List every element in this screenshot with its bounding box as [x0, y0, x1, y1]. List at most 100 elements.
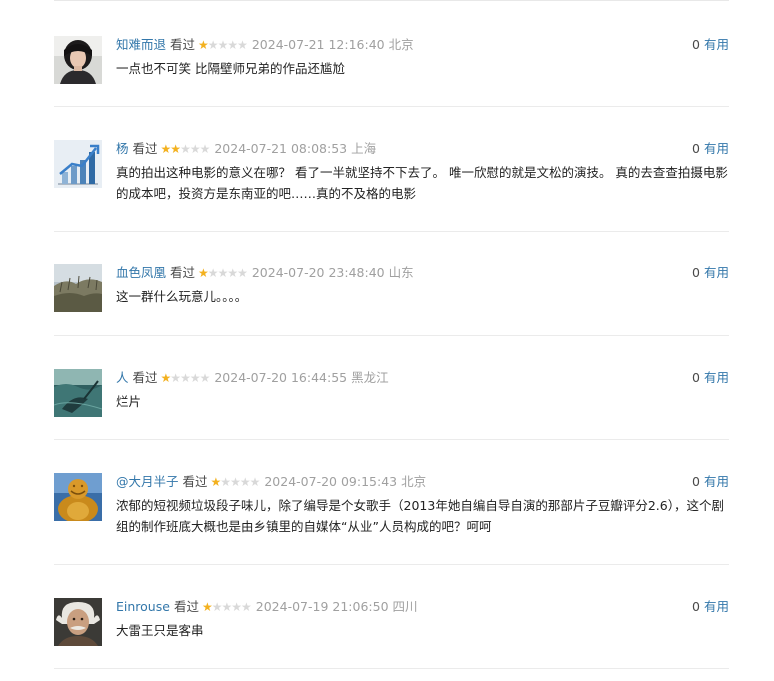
star-empty-icon: ★: [217, 266, 229, 280]
divider: [54, 668, 729, 669]
avatar[interactable]: [54, 473, 102, 521]
portrait-photo-icon: [54, 36, 102, 84]
comment-meta: 血色凤凰 看过 ★★★★★ 2024-07-20 23:48:40 山东: [116, 264, 414, 282]
star-empty-icon: ★: [189, 142, 201, 156]
comment-location: 上海: [351, 141, 377, 156]
vote-count: 0: [692, 141, 700, 156]
star-empty-icon: ★: [241, 600, 252, 614]
useful-button[interactable]: 有用: [704, 265, 729, 280]
watch-status: 看过: [170, 265, 196, 280]
star-empty-icon: ★: [220, 475, 231, 489]
useful-button[interactable]: 有用: [704, 599, 729, 614]
comment-time: 2024-07-21 08:08:53: [214, 141, 348, 156]
star-empty-icon: ★: [221, 600, 232, 614]
star-empty-icon: ★: [230, 475, 241, 489]
vote-area: 0 有用: [692, 369, 729, 387]
author-link[interactable]: 血色凤凰: [116, 265, 166, 280]
vote-count: 0: [692, 599, 700, 614]
star-empty-icon: ★: [217, 38, 229, 52]
star-filled-icon: ★: [160, 371, 172, 385]
author-link[interactable]: @大月半子: [116, 474, 179, 489]
vote-area: 0 有用: [692, 36, 729, 54]
rating-stars: ★★★★★: [198, 36, 248, 54]
star-empty-icon: ★: [231, 600, 242, 614]
watch-status: 看过: [182, 474, 208, 489]
comment-text: 烂片: [116, 394, 142, 409]
star-empty-icon: ★: [237, 266, 248, 280]
watch-status: 看过: [132, 370, 158, 385]
comment-time: 2024-07-21 12:16:40: [251, 37, 385, 52]
ocean-photo-icon: [54, 369, 102, 417]
useful-button[interactable]: 有用: [704, 370, 729, 385]
rating-stars: ★★★★★: [201, 598, 252, 616]
comment-location: 黑龙江: [351, 370, 389, 385]
comment-text: 一点也不可笑 比隔壁师兄弟的作品还尴尬: [116, 61, 345, 76]
vote-count: 0: [692, 370, 700, 385]
comment-time: 2024-07-20 09:15:43: [264, 474, 398, 489]
comment-text: 大雷王只是客串: [116, 623, 204, 638]
divider: [54, 335, 729, 336]
star-filled-icon: ★: [201, 600, 213, 614]
rating-stars: ★★★★★: [210, 473, 261, 491]
comment-text: 真的拍出这种电影的意义在哪？ 看了一半就坚持不下去了。 唯一欣慰的就是文松的演技…: [116, 165, 728, 201]
star-empty-icon: ★: [180, 142, 191, 156]
comment-meta: Einrouse 看过 ★★★★★ 2024-07-19 21:06:50 四川: [116, 598, 418, 616]
comment-text: 浓郁的短视频垃圾段子味儿，除了编导是个女歌手（2013年她自编自导自演的那部片子…: [116, 498, 724, 534]
star-empty-icon: ★: [180, 371, 191, 385]
star-empty-icon: ★: [189, 371, 201, 385]
golden-buddha-icon: [54, 473, 102, 521]
star-filled-icon: ★: [198, 38, 209, 52]
comment-location: 北京: [388, 37, 414, 52]
bar-chart-icon: [54, 140, 102, 188]
comment-meta: 杨看过 ★★★★★ 2024-07-21 08:08:53 上海: [116, 140, 376, 158]
star-filled-icon: ★: [198, 266, 209, 280]
star-empty-icon: ★: [199, 142, 211, 156]
star-empty-icon: ★: [249, 475, 261, 489]
vote-area: 0 有用: [692, 140, 729, 158]
comment-location: 山东: [388, 265, 414, 280]
avatar[interactable]: [54, 598, 102, 646]
comment-time: 2024-07-19 21:06:50: [255, 599, 389, 614]
useful-button[interactable]: 有用: [704, 141, 729, 156]
star-empty-icon: ★: [170, 371, 181, 385]
useful-button[interactable]: 有用: [704, 474, 729, 489]
author-link[interactable]: 杨: [116, 141, 129, 156]
divider: [54, 231, 729, 232]
author-link[interactable]: 人: [116, 370, 129, 385]
vote-area: 0 有用: [692, 473, 729, 491]
star-empty-icon: ★: [227, 38, 238, 52]
avatar[interactable]: [54, 140, 102, 188]
star-empty-icon: ★: [199, 371, 211, 385]
vote-count: 0: [692, 37, 700, 52]
vote-area: 0 有用: [692, 598, 729, 616]
star-filled-icon: ★: [160, 142, 172, 156]
watch-status: 看过: [173, 599, 199, 614]
avatar[interactable]: [54, 369, 102, 417]
rating-stars: ★★★★★: [160, 140, 211, 158]
star-empty-icon: ★: [239, 475, 251, 489]
star-filled-icon: ★: [210, 475, 222, 489]
rating-stars: ★★★★★: [198, 264, 248, 282]
useful-button[interactable]: 有用: [704, 37, 729, 52]
star-empty-icon: ★: [207, 266, 219, 280]
star-empty-icon: ★: [227, 266, 238, 280]
divider: [54, 106, 729, 107]
vote-area: 0 有用: [692, 264, 729, 282]
avatar[interactable]: [54, 264, 102, 312]
author-link[interactable]: Einrouse: [116, 599, 170, 614]
list-top-divider: [54, 0, 729, 1]
landscape-photo-icon: [54, 264, 102, 312]
author-link[interactable]: 知难而退: [116, 37, 166, 52]
comment-location: 北京: [401, 474, 427, 489]
comment-time: 2024-07-20 23:48:40: [251, 265, 385, 280]
star-empty-icon: ★: [237, 38, 248, 52]
watch-status: 看过: [170, 37, 196, 52]
comment-text: 这一群什么玩意儿。。。。: [116, 289, 248, 304]
vote-count: 0: [692, 265, 700, 280]
divider: [54, 439, 729, 440]
comment-time: 2024-07-20 16:44:55: [214, 370, 348, 385]
vote-count: 0: [692, 474, 700, 489]
star-filled-icon: ★: [170, 142, 181, 156]
avatar[interactable]: [54, 36, 102, 84]
comment-meta: 人看过 ★★★★★ 2024-07-20 16:44:55 黑龙江: [116, 369, 389, 387]
